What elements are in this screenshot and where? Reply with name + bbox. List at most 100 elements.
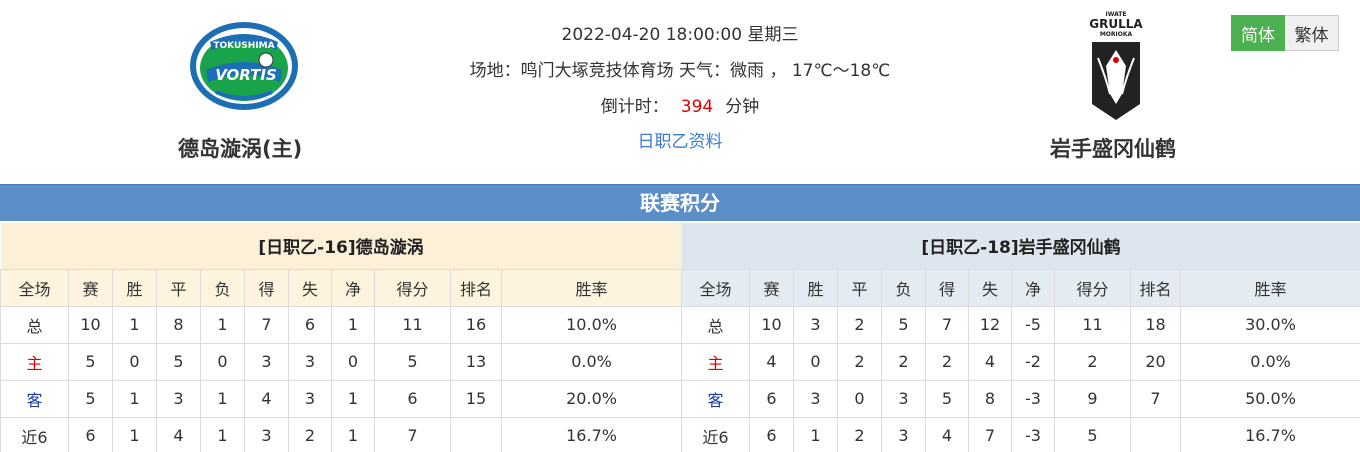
table-cell: 1 — [200, 416, 245, 452]
col-header: 得分 — [374, 268, 451, 307]
table-cell: 7 — [925, 305, 969, 344]
table-cell: 16.7% — [1179, 416, 1360, 452]
table-cell: 0 — [837, 379, 882, 418]
table-cell: 0 — [112, 342, 157, 381]
table-cell: 5 — [156, 342, 201, 381]
svg-text:VORTIS: VORTIS — [215, 66, 277, 84]
table-row: 近6 6 1 4 1 3 2 1 7 16.7% — [0, 416, 683, 452]
svg-text:GRULLA: GRULLA — [1089, 17, 1143, 31]
table-cell: 11 — [1054, 305, 1131, 344]
table-cell: 0.0% — [1179, 342, 1360, 381]
table-cell: 1 — [331, 379, 375, 418]
table-cell: 3 — [288, 342, 332, 381]
row-label: 客 — [681, 379, 750, 418]
table-cell: 20.0% — [500, 379, 683, 418]
row-label: 总 — [0, 305, 69, 344]
table-cell: 5 — [68, 379, 113, 418]
table-cell: 0.0% — [500, 342, 683, 381]
away-team-logo[interactable]: IWATE GRULLA MORIOKA — [1082, 8, 1150, 124]
away-standings-title[interactable]: [日职乙-18]岩手盛冈仙鹤 — [681, 223, 1360, 269]
col-header: 平 — [837, 268, 882, 307]
table-cell: 16.7% — [500, 416, 683, 452]
table-cell: 4 — [925, 416, 969, 452]
table-row: 近6 6 1 2 3 4 7 -3 5 16.7% — [681, 416, 1360, 452]
table-row: 客 5 1 3 1 4 3 1 6 15 20.0% — [0, 379, 683, 418]
table-cell: 1 — [112, 379, 157, 418]
countdown-label: 倒计时： — [600, 97, 669, 117]
home-team-logo[interactable]: TOKUSHIMA VORTIS — [186, 20, 302, 112]
col-header: 全场 — [0, 268, 69, 307]
col-header: 失 — [968, 268, 1012, 307]
match-header: TOKUSHIMA VORTIS 德岛漩涡(主) IWATE GRULLA MO… — [0, 0, 1360, 184]
table-cell: 2 — [837, 416, 882, 452]
table-cell: 16 — [450, 305, 502, 344]
table-cell: 50.0% — [1179, 379, 1360, 418]
table-cell: 1 — [331, 305, 375, 344]
table-cell: 1 — [793, 416, 838, 452]
col-header: 胜 — [112, 268, 157, 307]
col-header: 赛 — [68, 268, 113, 307]
table-row: 总 10 3 2 5 7 12 -5 11 18 30.0% — [681, 305, 1360, 344]
table-cell: 7 — [244, 305, 289, 344]
table-cell: 3 — [793, 379, 838, 418]
col-header: 胜率 — [1179, 268, 1360, 307]
table-cell: 2 — [288, 416, 332, 452]
table-cell: 0 — [331, 342, 375, 381]
league-info-container: 日职乙资料 — [380, 127, 980, 152]
home-standings-title[interactable]: [日职乙-16]德岛漩涡 — [0, 223, 682, 269]
table-cell: 7 — [374, 416, 451, 452]
home-team-name[interactable]: 德岛漩涡(主) — [178, 133, 302, 163]
table-cell: 2 — [837, 305, 882, 344]
language-switch: 简体 繁体 — [1231, 15, 1339, 51]
table-cell: 6 — [288, 305, 332, 344]
row-label: 近6 — [681, 416, 750, 452]
table-cell: 3 — [881, 416, 926, 452]
table-cell: 7 — [1130, 379, 1181, 418]
row-label: 近6 — [0, 416, 69, 452]
table-cell — [1130, 416, 1181, 452]
svg-text:TOKUSHIMA: TOKUSHIMA — [213, 41, 274, 51]
table-cell: 8 — [968, 379, 1012, 418]
away-team-name[interactable]: 岩手盛冈仙鹤 — [1050, 133, 1176, 163]
table-cell: 5 — [1054, 416, 1131, 452]
away-standings-header: 全场 赛 胜 平 负 得 失 净 得分 排名 胜率 — [681, 268, 1360, 307]
countdown-value: 394 — [680, 97, 714, 117]
table-cell: 1 — [200, 305, 245, 344]
table-cell: 8 — [156, 305, 201, 344]
table-cell: 5 — [374, 342, 451, 381]
table-cell: 10.0% — [500, 305, 683, 344]
table-cell: 2 — [1054, 342, 1131, 381]
section-title-standings: 联赛积分 — [0, 184, 1360, 221]
table-row: 总 10 1 8 1 7 6 1 11 16 10.0% — [0, 305, 683, 344]
table-cell: 20 — [1130, 342, 1181, 381]
away-standings-caption: [日职乙-18]岩手盛冈仙鹤 — [681, 223, 1360, 269]
table-cell: 15 — [450, 379, 502, 418]
table-cell: 3 — [244, 416, 289, 452]
table-cell: 6 — [749, 379, 794, 418]
table-cell: 0 — [200, 342, 245, 381]
col-header: 胜 — [793, 268, 838, 307]
table-cell: 3 — [244, 342, 289, 381]
table-cell: 7 — [968, 416, 1012, 452]
table-cell: 12 — [968, 305, 1012, 344]
table-cell: 3 — [288, 379, 332, 418]
lang-traditional-button[interactable]: 繁体 — [1285, 15, 1339, 51]
table-cell: 5 — [925, 379, 969, 418]
lang-simplified-button[interactable]: 简体 — [1231, 15, 1285, 51]
table-cell: 2 — [925, 342, 969, 381]
table-cell: 2 — [837, 342, 882, 381]
table-row: 主 4 0 2 2 2 4 -2 2 20 0.0% — [681, 342, 1360, 381]
match-venue-weather: 场地：鸣门大塚竞技体育场 天气：微雨 ， 17℃～18℃ — [469, 61, 891, 81]
table-cell: 6 — [68, 416, 113, 452]
table-cell: 5 — [68, 342, 113, 381]
table-cell: 3 — [156, 379, 201, 418]
table-cell: 1 — [112, 416, 157, 452]
table-cell: 3 — [793, 305, 838, 344]
home-standings-table: [日职乙-16]德岛漩涡 全场 赛 胜 平 负 得 失 净 得分 排名 胜率 总… — [0, 223, 683, 452]
table-cell: 1 — [112, 305, 157, 344]
table-row: 客 6 3 0 3 5 8 -3 9 7 50.0% — [681, 379, 1360, 418]
league-info-link[interactable]: 日职乙资料 — [638, 132, 723, 152]
row-label: 主 — [0, 342, 69, 381]
match-datetime: 2022-04-20 18:00:00 星期三 — [561, 25, 799, 45]
col-header: 排名 — [450, 268, 502, 307]
